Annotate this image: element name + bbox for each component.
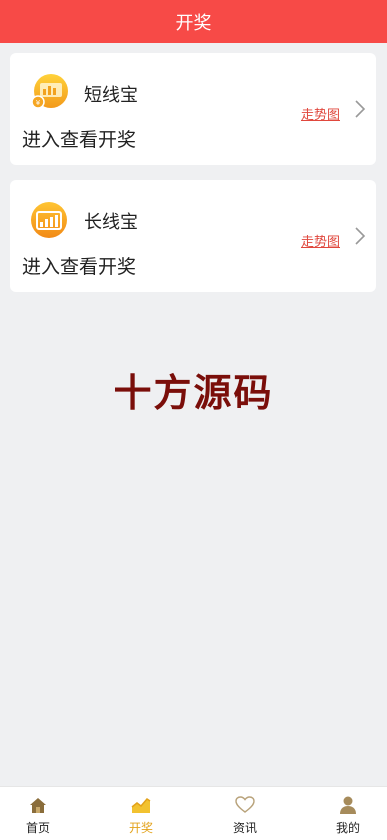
tab-news[interactable]: 资讯 bbox=[215, 787, 275, 840]
trend-chart-link[interactable]: 走势图 bbox=[301, 104, 340, 123]
lottery-card-short[interactable]: ¥ 短线宝 进入查看开奖 走势图 bbox=[10, 53, 376, 165]
chevron-right-icon[interactable] bbox=[354, 226, 366, 246]
chevron-right-icon[interactable] bbox=[354, 99, 366, 119]
home-icon bbox=[30, 798, 46, 813]
bottom-tab-bar: 首页 开奖 资讯 我的 bbox=[0, 786, 387, 840]
tab-label: 开奖 bbox=[128, 821, 153, 835]
tab-profile[interactable]: 我的 bbox=[318, 787, 378, 840]
tab-label: 资讯 bbox=[232, 821, 257, 835]
card-subtitle: 进入查看开奖 bbox=[22, 256, 137, 278]
card-name: 长线宝 bbox=[84, 212, 138, 233]
tab-home[interactable]: 首页 bbox=[8, 787, 68, 840]
lottery-card-long[interactable]: 长线宝 进入查看开奖 走势图 bbox=[10, 180, 376, 292]
tab-label: 我的 bbox=[335, 821, 360, 835]
chart-coin-icon: ¥ bbox=[31, 74, 68, 109]
watermark-text: 十方源码 bbox=[113, 371, 274, 415]
user-icon bbox=[340, 796, 356, 814]
trend-icon bbox=[131, 798, 151, 813]
page-title: 开奖 bbox=[175, 12, 212, 34]
card-name: 短线宝 bbox=[84, 85, 138, 106]
svg-text:¥: ¥ bbox=[36, 99, 41, 107]
page-header: 开奖 bbox=[0, 0, 387, 43]
card-subtitle: 进入查看开奖 bbox=[22, 129, 137, 151]
bar-chart-icon bbox=[31, 202, 67, 238]
tab-label: 首页 bbox=[25, 821, 50, 835]
tab-lottery[interactable]: 开奖 bbox=[111, 787, 171, 840]
heart-icon bbox=[235, 796, 255, 813]
trend-chart-link[interactable]: 走势图 bbox=[301, 231, 340, 250]
